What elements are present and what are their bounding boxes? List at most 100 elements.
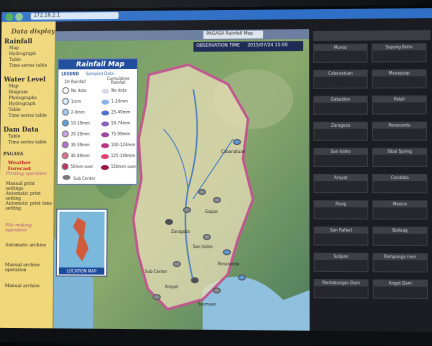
station-gauge-icon[interactable] bbox=[202, 234, 211, 241]
legend-label: 25-49mm bbox=[111, 109, 131, 115]
photo-stage: 172.16.2.1 Data display Rainfall Map Hyd… bbox=[0, 0, 432, 346]
station-panel: Munoz Sapang Buho Cabanatuan Mayapyap Gabald… bbox=[309, 27, 432, 332]
station-cell[interactable]: Candaba bbox=[372, 174, 428, 194]
sidebar-item-dam-table[interactable]: Table bbox=[8, 135, 20, 140]
sidebar-item-dam-timeseries[interactable]: Time series table bbox=[8, 140, 46, 145]
station-cell[interactable]: Mexico bbox=[372, 200, 428, 220]
sidebar-weather-forecast[interactable]: Weather Forecast bbox=[8, 160, 54, 172]
sidebar-item-manual-print[interactable]: Manual print settings bbox=[6, 182, 54, 192]
station-cell[interactable]: Baliuag bbox=[372, 226, 428, 247]
station-cell[interactable]: Penaranda bbox=[371, 121, 428, 141]
sidebar-item-rainfall-map[interactable]: Map bbox=[9, 46, 19, 51]
station-cell[interactable]: Pampanga river bbox=[372, 252, 428, 273]
legend-label: 150mm over bbox=[110, 164, 137, 170]
station-cell[interactable]: Arayat bbox=[313, 174, 369, 194]
sidebar-item-rainfall-timeseries[interactable]: Time series table bbox=[9, 64, 47, 69]
sidebar-item-wl-hydrograph[interactable]: Hydrograph bbox=[8, 102, 35, 107]
sidebar-item-rainfall-table[interactable]: Table bbox=[9, 58, 21, 63]
station-name: Mexico bbox=[373, 201, 427, 208]
location-map: LOCATION MAP bbox=[55, 208, 108, 277]
legend-swatch bbox=[101, 121, 110, 127]
station-cell[interactable]: Sibul Spring bbox=[372, 147, 428, 167]
sidebar-item-rainfall-hydrograph[interactable]: Hydrograph bbox=[9, 52, 36, 57]
legend-label: 10-19mm bbox=[70, 120, 90, 126]
address-bar[interactable]: 172.16.2.1 bbox=[30, 12, 119, 20]
map-title: Rainfall Map bbox=[58, 59, 138, 70]
station-cell[interactable]: Gabaldon bbox=[313, 95, 368, 115]
station-gauge-icon[interactable] bbox=[233, 139, 242, 146]
legend-label: 50mm over bbox=[70, 164, 94, 170]
rainfall-map[interactable]: Rainfall Map LEGEND Sampled Data 1H Rain… bbox=[53, 39, 310, 331]
sidebar-item-manual-archive-op[interactable]: Manual archive operation bbox=[5, 263, 52, 273]
station-gauge-icon[interactable] bbox=[190, 277, 199, 284]
legend-swatch bbox=[61, 130, 69, 138]
station-cell[interactable]: Pasig bbox=[313, 200, 369, 220]
station-cell[interactable]: Pantabangan Dam bbox=[313, 278, 369, 299]
station-gauge-icon[interactable] bbox=[212, 287, 221, 294]
station-gauge-icon[interactable] bbox=[212, 197, 221, 204]
station-grid: Munoz Sapang Buho Cabanatuan Mayapyap Gabald… bbox=[309, 28, 432, 300]
station-gauge-icon[interactable] bbox=[172, 261, 181, 268]
sidebar-printing-header: Printing operation bbox=[5, 172, 47, 177]
forward-icon[interactable] bbox=[15, 12, 23, 21]
observation-time: 2015/07/24 15:00 bbox=[247, 43, 288, 49]
station-gauge-icon[interactable] bbox=[197, 188, 206, 195]
sidebar-filemaking-header: File making operation bbox=[5, 223, 32, 234]
legend-swatch bbox=[101, 143, 109, 149]
legend-swatch bbox=[100, 165, 109, 171]
station-gauge-icon[interactable] bbox=[165, 218, 174, 225]
sidebar-item-wl-map[interactable]: Map bbox=[9, 84, 19, 89]
station-gauge-icon[interactable] bbox=[237, 274, 246, 281]
legend-label: 20-29mm bbox=[70, 131, 90, 137]
station-name: Mayapyap bbox=[372, 70, 426, 77]
station-name: Pantabangan Dam bbox=[314, 279, 368, 287]
legend-swatch bbox=[101, 99, 110, 105]
sidebar-rainfall-title: Rainfall bbox=[4, 37, 33, 46]
legend-swatch bbox=[62, 97, 70, 105]
station-gauge-icon[interactable] bbox=[182, 206, 191, 213]
station-gauge-icon[interactable] bbox=[152, 294, 161, 301]
legend-label: 1-24mm bbox=[111, 98, 128, 104]
station-name: Sulipan bbox=[314, 253, 368, 260]
station-cell[interactable]: Munoz bbox=[313, 43, 368, 63]
station-cell[interactable]: Angat Dam bbox=[372, 279, 429, 300]
station-cell[interactable]: Sapang Buho bbox=[371, 43, 427, 63]
station-cell[interactable]: San Isidro bbox=[313, 147, 369, 167]
station-name: Pampanga river bbox=[373, 253, 427, 261]
sidebar-waterlevel-title: Water Level bbox=[3, 75, 46, 84]
station-cell[interactable]: Palali bbox=[371, 95, 427, 115]
sidebar-item-wl-diagram[interactable]: Diagram bbox=[9, 90, 28, 95]
legend-label: 100-124mm bbox=[110, 142, 136, 148]
legend-swatch bbox=[61, 152, 69, 160]
legend-swatch bbox=[101, 88, 110, 94]
station-cell[interactable]: Cabanatuan bbox=[313, 69, 368, 89]
sidebar-item-auto-archive[interactable]: Automatic archive bbox=[5, 243, 46, 248]
station-name: Baliuag bbox=[373, 227, 427, 234]
place-label: San Isidro bbox=[192, 244, 213, 250]
station-cell[interactable]: Zaragoza bbox=[313, 121, 368, 141]
place-label: Arayat bbox=[164, 284, 178, 290]
sidebar-item-wl-table[interactable]: Table bbox=[8, 108, 20, 113]
back-icon[interactable] bbox=[5, 13, 14, 21]
sidebar-item-auto-print-time[interactable]: Automatic print time setting bbox=[6, 202, 53, 212]
sidebar-item-wl-timeseries[interactable]: Time series table bbox=[8, 114, 46, 119]
tab-rainfall-map[interactable]: PAGASA Rainfall Map bbox=[203, 30, 264, 39]
station-cell[interactable]: San Rafael bbox=[313, 226, 369, 246]
place-label: Sasmuan bbox=[197, 301, 217, 307]
station-name: Cabanatuan bbox=[314, 70, 367, 77]
station-name: Arayat bbox=[314, 175, 368, 182]
sidebar-item-manual-archive[interactable]: Manual archive bbox=[5, 284, 40, 289]
legend-col-right: Cumulative Rainfall bbox=[106, 75, 130, 85]
sidebar-item-auto-print[interactable]: Automatic print setting bbox=[6, 192, 54, 202]
legend-label: 40-49mm bbox=[70, 153, 90, 159]
station-name: Angat Dam bbox=[373, 280, 427, 287]
sidebar-damdata-title: Dam Data bbox=[3, 125, 39, 134]
monitor-screen: 172.16.2.1 Data display Rainfall Map Hyd… bbox=[0, 5, 432, 346]
legend-label: 125-149mm bbox=[110, 153, 136, 159]
legend-label: No data bbox=[71, 87, 87, 93]
station-gauge-icon[interactable] bbox=[222, 249, 231, 256]
legend-swatch bbox=[101, 154, 109, 160]
station-cell[interactable]: Sulipan bbox=[313, 252, 369, 273]
sidebar-item-wl-photos[interactable]: Photographs bbox=[9, 96, 37, 101]
station-cell[interactable]: Mayapyap bbox=[371, 69, 427, 89]
